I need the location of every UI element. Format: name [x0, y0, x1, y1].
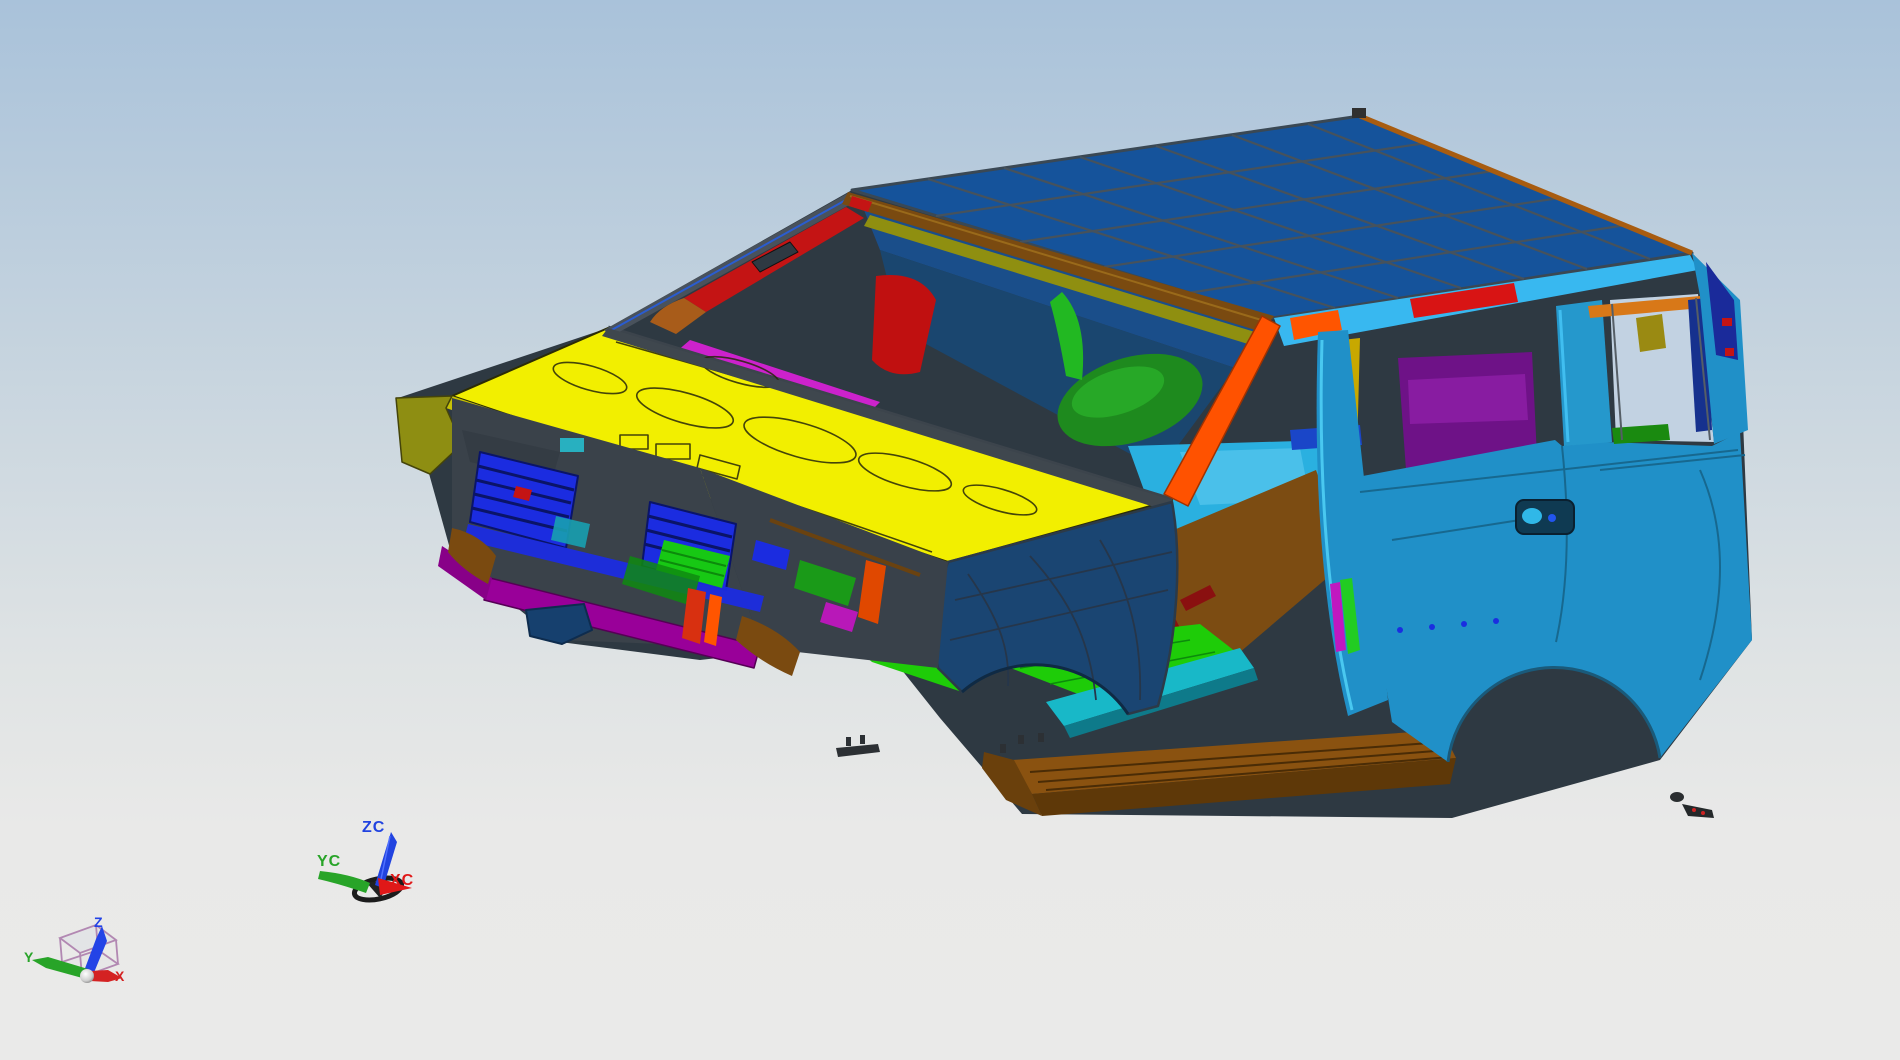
wcs-zc-label: ZC — [362, 819, 385, 836]
loose-part-dot-2 — [1701, 811, 1705, 815]
cad-3d-viewport[interactable]: ZC YC XC Z Y X — [0, 0, 1900, 1060]
csys-y-label: Y — [24, 949, 34, 965]
door-handle[interactable] — [1515, 499, 1575, 535]
csys-z-label: Z — [94, 914, 103, 930]
roof-antenna-nub — [1352, 108, 1366, 118]
wcs-triad[interactable]: ZC YC XC — [317, 819, 414, 904]
quarter-window-olive-plate[interactable] — [1636, 314, 1666, 352]
model-canvas[interactable]: ZC YC XC Z Y X — [0, 0, 1900, 1060]
csys-x-label: X — [115, 968, 125, 984]
loose-bracket-rear[interactable] — [1670, 792, 1714, 818]
small-cyan-bracket — [560, 438, 584, 452]
bracket-pin-1 — [846, 737, 851, 746]
loose-bracket-front[interactable] — [836, 735, 880, 757]
wcs-y-axis-arrow[interactable] — [318, 871, 370, 893]
loose-part-long[interactable] — [1682, 804, 1714, 818]
absolute-csys-triad[interactable]: Z Y X — [24, 914, 125, 984]
csys-origin-sphere[interactable] — [80, 969, 94, 983]
wcs-xc-label: XC — [390, 872, 414, 889]
door-handle-cyan — [1522, 508, 1542, 524]
bracket-pin-2 — [860, 735, 865, 744]
wcs-yc-label: YC — [317, 853, 341, 870]
suv-body-in-white[interactable] — [395, 108, 1752, 818]
loose-part-small[interactable] — [1670, 792, 1684, 802]
door-handle-pin — [1548, 514, 1556, 522]
bracket-bar[interactable] — [836, 744, 880, 757]
loose-part-dot-1 — [1692, 808, 1696, 812]
cargo-trim-highlight — [1408, 374, 1528, 424]
